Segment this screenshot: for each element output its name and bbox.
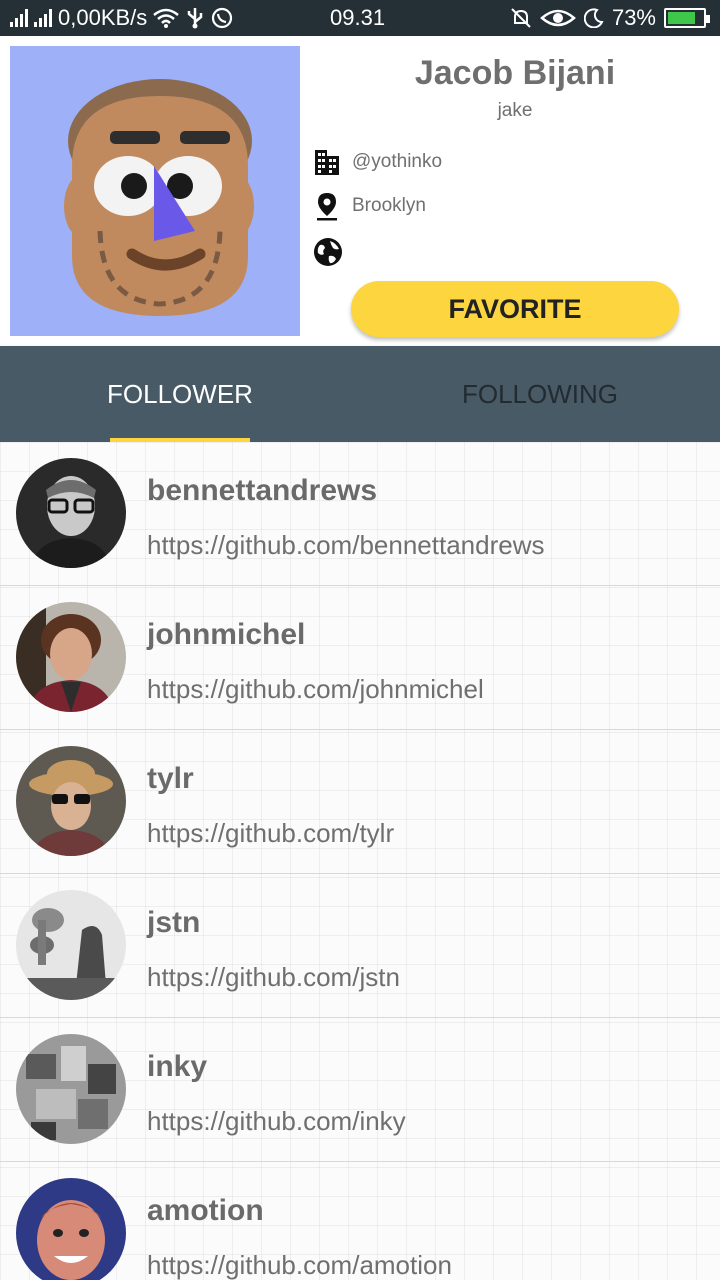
bell-muted-icon: [511, 8, 531, 28]
avatar: [16, 1034, 126, 1144]
profile-header: Jacob Bijani jake @yothinko Brooklyn FAV…: [0, 36, 720, 346]
avatar: [16, 458, 126, 568]
wifi-icon: [153, 8, 180, 28]
tab-bar: FOLLOWER FOLLOWING: [0, 346, 720, 442]
company-row: @yothinko: [312, 147, 442, 177]
network-speed: 0,00KB/s: [58, 5, 148, 30]
blog-row[interactable]: [312, 236, 354, 268]
follower-login: amotion: [147, 1194, 264, 1227]
moon-icon: [583, 8, 604, 28]
follower-login: tylr: [147, 762, 194, 795]
follower-url[interactable]: https://github.com/jstn: [147, 962, 400, 993]
tab-follower[interactable]: FOLLOWER: [0, 346, 360, 442]
profile-login: jake: [497, 100, 533, 121]
battery-percent: 73%: [611, 5, 656, 30]
location-text: Brooklyn: [352, 195, 426, 216]
follower-url[interactable]: https://github.com/tylr: [147, 818, 394, 849]
eye-icon: [540, 9, 576, 27]
usb-icon: [188, 8, 203, 29]
whatsapp-icon: [212, 7, 233, 29]
location-pin-icon: [317, 193, 337, 221]
list-item[interactable]: jstn https://github.com/jstn: [0, 874, 720, 1018]
list-item[interactable]: johnmichel https://github.com/johnmichel: [0, 586, 720, 730]
status-left: 0,00KB/s: [10, 5, 233, 31]
avatar: [16, 746, 126, 856]
avatar: [16, 1178, 126, 1280]
location-row: Brooklyn: [312, 191, 426, 221]
follower-login: inky: [147, 1050, 208, 1083]
signal-icon: [10, 9, 28, 27]
list-item[interactable]: tylr https://github.com/tylr: [0, 730, 720, 874]
follower-list[interactable]: bennettandrews https://github.com/bennet…: [0, 442, 720, 1280]
tab-following[interactable]: FOLLOWING: [360, 346, 720, 442]
profile-avatar: [10, 46, 300, 336]
profile-name: Jacob Bijani: [414, 54, 616, 92]
follower-url[interactable]: https://github.com/inky: [147, 1106, 406, 1137]
list-item[interactable]: amotion https://github.com/amotion: [0, 1162, 720, 1280]
avatar: [16, 890, 126, 1000]
battery-icon: [664, 8, 710, 28]
clock: 09.31: [330, 5, 386, 30]
follower-login: johnmichel: [147, 618, 306, 651]
building-icon: [315, 150, 339, 175]
identicon-face-icon: [64, 79, 254, 316]
follower-login: bennettandrews: [147, 474, 378, 507]
follower-url[interactable]: https://github.com/bennettandrews: [147, 530, 544, 561]
list-item[interactable]: inky https://github.com/inky: [0, 1018, 720, 1162]
list-item[interactable]: bennettandrews https://github.com/bennet…: [0, 442, 720, 586]
globe-icon: [314, 238, 342, 266]
company-text: @yothinko: [352, 151, 443, 172]
favorite-button[interactable]: FAVORITE: [351, 281, 679, 337]
status-right: 73%: [510, 5, 710, 31]
status-bar: 0,00KB/s 09.31 73%: [0, 0, 720, 36]
signal-icon: [34, 9, 52, 27]
follower-url[interactable]: https://github.com/amotion: [147, 1250, 452, 1280]
follower-url[interactable]: https://github.com/johnmichel: [147, 674, 484, 705]
avatar: [16, 602, 126, 712]
follower-login: jstn: [147, 906, 201, 939]
